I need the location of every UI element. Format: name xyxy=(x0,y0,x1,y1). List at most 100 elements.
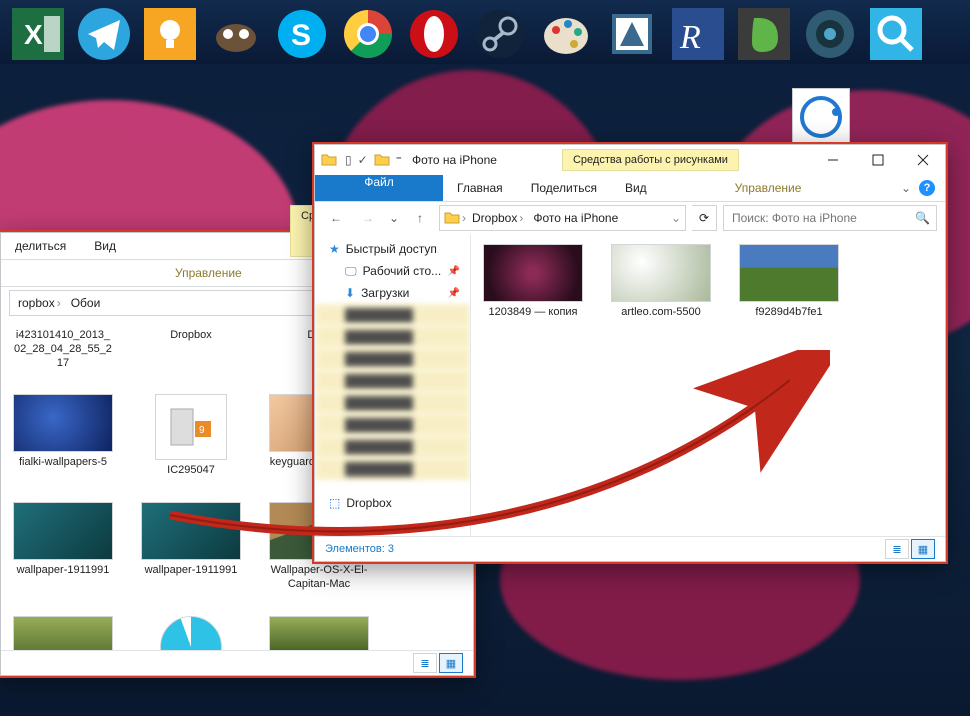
ribbon-tab-view[interactable]: Вид xyxy=(80,233,130,259)
taskbar-app-camera[interactable] xyxy=(800,4,860,64)
nav-recent-button[interactable]: ⌄ xyxy=(387,205,401,231)
ribbon-tab-manage[interactable]: Управление xyxy=(721,175,816,201)
file-item[interactable]: 9IC295047 xyxy=(141,394,241,478)
qat-check-icon[interactable]: ✓ xyxy=(358,153,368,167)
qat-dropdown-icon[interactable]: ⁼ xyxy=(396,153,402,167)
ribbon-tab-share[interactable]: делиться xyxy=(1,233,80,259)
taskbar-app-opera[interactable] xyxy=(404,4,464,64)
file-pane[interactable]: 1203849 — копия artleo.com-5500 f9289d4b… xyxy=(471,234,945,536)
nav-item-blurred[interactable]: ████████ xyxy=(315,436,470,458)
ribbon-tab-share[interactable]: Поделиться xyxy=(517,175,611,201)
svg-text:R: R xyxy=(679,19,701,56)
thumbnail xyxy=(269,616,369,651)
view-details-button[interactable]: ≣ xyxy=(885,539,909,559)
nav-item-blurred[interactable]: ████████ xyxy=(315,392,470,414)
ribbon-tab-manage[interactable]: Управление xyxy=(161,266,256,280)
svg-text:9: 9 xyxy=(199,425,205,436)
picture-tools-label: Средства работы с рисунками xyxy=(562,149,739,171)
thumbnail xyxy=(611,244,711,302)
taskbar-app-revo[interactable]: R xyxy=(668,4,728,64)
file-item[interactable] xyxy=(141,616,241,651)
nav-item-blurred[interactable]: ████████ xyxy=(315,370,470,392)
folder-icon xyxy=(444,210,460,226)
nav-item-blurred[interactable]: ████████ xyxy=(315,414,470,436)
ribbon-tab-view[interactable]: Вид xyxy=(611,175,661,201)
file-item[interactable] xyxy=(269,616,369,651)
thumbnail xyxy=(141,502,241,560)
download-icon: ⬇ xyxy=(345,286,355,300)
taskbar-app-telegram[interactable] xyxy=(74,4,134,64)
search-icon[interactable]: 🔍 xyxy=(915,211,930,225)
nav-item-blurred[interactable]: ████████ xyxy=(315,304,470,326)
svg-text:S: S xyxy=(291,19,311,52)
nav-up-button[interactable]: ↑ xyxy=(407,205,433,231)
explorer-window-iphone-photos: ▯ ✓ ⁼ Фото на iPhone Средства работы с р… xyxy=(314,144,946,562)
file-item[interactable]: wallpapers-nature-1 xyxy=(13,616,113,651)
file-item[interactable]: 1203849 — копия xyxy=(483,244,583,320)
taskbar-app-excel[interactable]: X xyxy=(8,4,68,64)
file-item[interactable]: i423101410_2013_02_28_04_28_55_217 xyxy=(13,329,113,370)
folder-icon xyxy=(374,152,390,168)
breadcrumb-seg[interactable]: ropbox› xyxy=(14,296,65,310)
address-bar: ← → ⌄ ↑ › Dropbox› Фото на iPhone ⌄ ⟳ 🔍 xyxy=(315,202,945,234)
file-item[interactable]: f9289d4b7fe1 xyxy=(739,244,839,320)
ribbon-tab-file[interactable]: Файл xyxy=(315,175,443,201)
taskbar: X S R xyxy=(0,0,970,64)
nav-downloads[interactable]: ⬇Загрузки📌 xyxy=(315,282,470,304)
breadcrumb-seg[interactable]: Фото на iPhone xyxy=(529,211,622,225)
taskbar-app-steam[interactable] xyxy=(470,4,530,64)
thumbnail xyxy=(739,244,839,302)
file-item[interactable]: wallpaper-1911991 xyxy=(141,502,241,592)
desktop-file-icon[interactable] xyxy=(792,88,850,146)
thumbnail xyxy=(160,616,222,651)
file-item[interactable]: Dropbox xyxy=(141,329,241,370)
taskbar-app-search[interactable] xyxy=(866,4,926,64)
taskbar-app-tips[interactable] xyxy=(140,4,200,64)
maximize-button[interactable] xyxy=(855,145,900,175)
file-item[interactable]: fialki-wallpapers-5 xyxy=(13,394,113,478)
taskbar-app-gimp[interactable] xyxy=(206,4,266,64)
close-button[interactable] xyxy=(900,145,945,175)
qat-properties-icon[interactable]: ▯ xyxy=(345,153,352,167)
svg-text:X: X xyxy=(24,19,43,50)
file-item[interactable]: artleo.com-5500 xyxy=(611,244,711,320)
breadcrumb[interactable]: › Dropbox› Фото на iPhone ⌄ xyxy=(439,205,686,231)
nav-item-blurred[interactable]: ████████ xyxy=(315,326,470,348)
folder-icon xyxy=(321,152,337,168)
nav-desktop[interactable]: 🖵Рабочий сто...📌 xyxy=(315,260,470,282)
view-details-button[interactable]: ≣ xyxy=(413,653,437,673)
view-icons-button[interactable]: ▦ xyxy=(439,653,463,673)
file-item[interactable]: wallpaper-1911991 xyxy=(13,502,113,592)
ribbon-collapse-icon[interactable]: ⌄ xyxy=(901,181,911,195)
taskbar-app-evernote[interactable] xyxy=(734,4,794,64)
navigation-pane[interactable]: ★Быстрый доступ 🖵Рабочий сто...📌 ⬇Загруз… xyxy=(315,234,471,536)
status-text: Элементов: 3 xyxy=(325,543,394,555)
view-icons-button[interactable]: ▦ xyxy=(911,539,935,559)
ribbon-tab-home[interactable]: Главная xyxy=(443,175,517,201)
title-bar: ▯ ✓ ⁼ Фото на iPhone Средства работы с р… xyxy=(315,145,945,175)
nav-item-blurred[interactable]: ████████ xyxy=(315,348,470,370)
window-title: Фото на iPhone xyxy=(412,153,497,167)
taskbar-app-skype[interactable]: S xyxy=(272,4,332,64)
breadcrumb-seg[interactable]: Dropbox› xyxy=(468,211,527,225)
help-button[interactable]: ? xyxy=(919,180,935,196)
taskbar-app-paint[interactable] xyxy=(536,4,596,64)
breadcrumb-seg[interactable]: Обои xyxy=(67,296,105,310)
thumbnail: 9 xyxy=(155,394,227,460)
nav-quick-access[interactable]: ★Быстрый доступ xyxy=(315,238,470,260)
status-bar: Элементов: 3 ≣ ▦ xyxy=(315,536,945,561)
search-input[interactable]: 🔍 xyxy=(723,205,937,231)
nav-dropbox[interactable]: ⬚Dropbox xyxy=(315,492,470,514)
thumbnail xyxy=(13,394,113,452)
nav-forward-button[interactable]: → xyxy=(355,205,381,231)
nav-item-blurred[interactable]: ████████ xyxy=(315,458,470,480)
taskbar-app-reader[interactable] xyxy=(602,4,662,64)
nav-back-button[interactable]: ← xyxy=(323,205,349,231)
refresh-button[interactable]: ⟳ xyxy=(692,205,717,231)
taskbar-app-chrome[interactable] xyxy=(338,4,398,64)
status-bar: ≣ ▦ xyxy=(1,650,473,675)
thumbnail xyxy=(13,502,113,560)
minimize-button[interactable] xyxy=(810,145,855,175)
star-icon: ★ xyxy=(329,242,340,256)
chevron-down-icon[interactable]: ⌄ xyxy=(671,211,681,225)
